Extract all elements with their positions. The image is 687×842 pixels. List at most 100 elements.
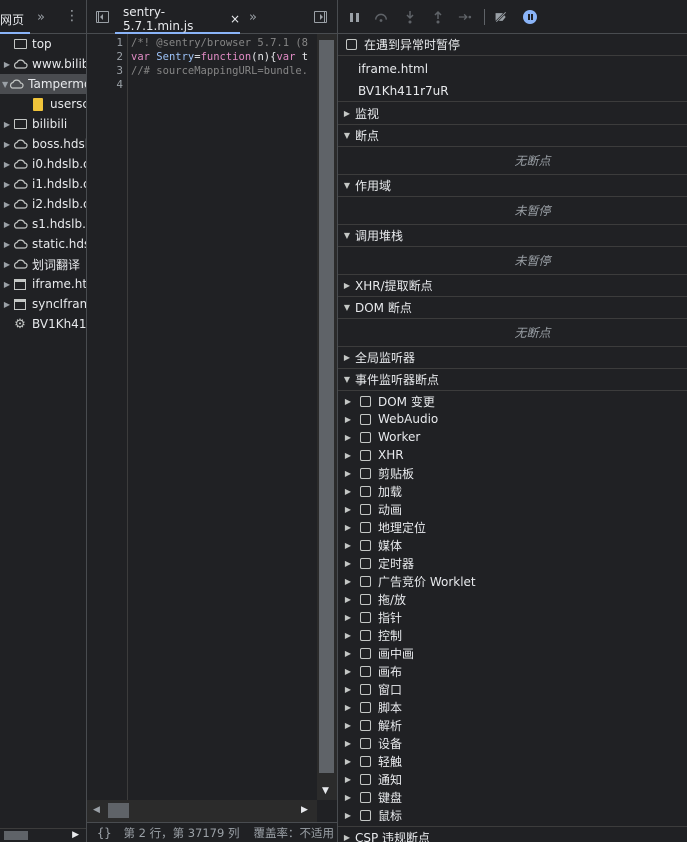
event-category-checkbox[interactable] bbox=[360, 413, 371, 425]
event-listener-category[interactable]: ▶ 画布 bbox=[338, 662, 687, 680]
expand-arrow-icon[interactable]: ▶ bbox=[344, 433, 352, 442]
event-category-checkbox[interactable] bbox=[360, 773, 371, 785]
event-listener-category[interactable]: ▶ 媒体 bbox=[338, 536, 687, 554]
tree-item[interactable]: ▼Tampermonkey bbox=[0, 74, 86, 94]
event-listener-category[interactable]: ▶ 剪贴板 bbox=[338, 464, 687, 482]
expand-arrow-icon[interactable]: ▶ bbox=[2, 300, 12, 309]
tree-item[interactable]: ▶ s1.hdslb.com bbox=[0, 214, 86, 234]
event-listener-category[interactable]: ▶ 鼠标 bbox=[338, 806, 687, 824]
editor-hscroll-thumb[interactable] bbox=[108, 803, 129, 818]
pretty-print-icon[interactable]: {} bbox=[97, 826, 111, 840]
section-scope[interactable]: ▼ 作用域 bbox=[338, 175, 687, 197]
event-category-checkbox[interactable] bbox=[360, 485, 371, 497]
tree-item[interactable]: userscript.html bbox=[0, 94, 86, 114]
section-watch[interactable]: ▶ 监视 bbox=[338, 103, 687, 125]
tree-item[interactable]: ▶ i0.hdslb.com bbox=[0, 154, 86, 174]
more-files-chevron-icon[interactable]: » bbox=[249, 10, 257, 25]
event-listener-category[interactable]: ▶ 轻触 bbox=[338, 752, 687, 770]
event-listener-category[interactable]: ▶ 键盘 bbox=[338, 788, 687, 806]
tree-item[interactable]: ⚙ BV1Kh411r7uR bbox=[0, 314, 86, 334]
expand-arrow-icon[interactable]: ▶ bbox=[2, 60, 12, 69]
tree-item[interactable]: ▶ i2.hdslb.com bbox=[0, 194, 86, 214]
expand-arrow-icon[interactable]: ▶ bbox=[2, 120, 12, 129]
section-csp-breakpoints[interactable]: ▶ CSP 违规断点 bbox=[338, 826, 687, 842]
event-listener-category[interactable]: ▶ 地理定位 bbox=[338, 518, 687, 536]
expand-arrow-icon[interactable]: ▶ bbox=[2, 200, 12, 209]
more-options-icon[interactable]: ⋮ bbox=[65, 9, 79, 23]
line-number[interactable]: 3 bbox=[116, 64, 123, 78]
event-category-checkbox[interactable] bbox=[360, 431, 371, 443]
event-category-checkbox[interactable] bbox=[360, 539, 371, 551]
expand-arrow-icon[interactable]: ▶ bbox=[2, 160, 12, 169]
event-category-checkbox[interactable] bbox=[360, 611, 371, 623]
section-event-listener-breakpoints[interactable]: ▼ 事件监听器断点 bbox=[338, 369, 687, 391]
expand-arrow-icon[interactable]: ▶ bbox=[344, 775, 352, 784]
toggle-navigator-icon[interactable] bbox=[96, 11, 109, 23]
event-listener-category[interactable]: ▶ 窗口 bbox=[338, 680, 687, 698]
event-category-checkbox[interactable] bbox=[360, 809, 371, 821]
scroll-right-arrow-icon[interactable]: ▶ bbox=[72, 830, 79, 840]
expand-arrow-icon[interactable]: ▶ bbox=[344, 595, 352, 604]
pause-on-exceptions-row[interactable]: 在遇到异常时暂停 bbox=[338, 34, 687, 56]
editor-vscroll-thumb[interactable] bbox=[319, 40, 334, 773]
event-category-checkbox[interactable] bbox=[360, 575, 371, 587]
scroll-down-arrow-icon[interactable]: ▼ bbox=[322, 786, 329, 796]
pause-icon[interactable] bbox=[347, 10, 361, 24]
expand-arrow-icon[interactable]: ▶ bbox=[2, 260, 12, 269]
scroll-right-arrow-icon[interactable]: ▶ bbox=[301, 805, 308, 815]
step-into-icon[interactable] bbox=[403, 10, 417, 24]
code-area[interactable]: /*! @sentry/browser 5.7.1 (8 var Sentry=f… bbox=[131, 36, 317, 92]
toggle-debugger-icon[interactable] bbox=[314, 11, 327, 23]
event-category-checkbox[interactable] bbox=[360, 791, 371, 803]
expand-arrow-icon[interactable]: ▶ bbox=[344, 739, 352, 748]
event-listener-category[interactable]: ▶ Worker bbox=[338, 428, 687, 446]
event-listener-category[interactable]: ▶ 广告竞价 Worklet bbox=[338, 572, 687, 590]
expand-arrow-icon[interactable]: ▶ bbox=[344, 469, 352, 478]
expand-arrow-icon[interactable]: ▶ bbox=[344, 811, 352, 820]
expand-arrow-icon[interactable]: ▶ bbox=[344, 397, 352, 406]
navigator-horizontal-scrollbar[interactable]: ▶ bbox=[0, 828, 86, 842]
thread-item[interactable]: iframe.html bbox=[338, 58, 687, 80]
tree-item[interactable]: ▶ www.bilibili.com bbox=[0, 54, 86, 74]
event-category-checkbox[interactable] bbox=[360, 683, 371, 695]
event-listener-category[interactable]: ▶ DOM 变更 bbox=[338, 392, 687, 410]
tab-page[interactable]: 网页 bbox=[0, 6, 30, 34]
expand-arrow-icon[interactable]: ▶ bbox=[344, 451, 352, 460]
event-category-checkbox[interactable] bbox=[360, 593, 371, 605]
expand-arrow-icon[interactable]: ▶ bbox=[344, 721, 352, 730]
event-listener-category[interactable]: ▶ 控制 bbox=[338, 626, 687, 644]
step-icon[interactable] bbox=[458, 10, 472, 24]
expand-arrow-icon[interactable]: ▶ bbox=[344, 631, 352, 640]
event-listener-category[interactable]: ▶ 脚本 bbox=[338, 698, 687, 716]
event-category-checkbox[interactable] bbox=[360, 719, 371, 731]
event-listener-category[interactable]: ▶ WebAudio bbox=[338, 410, 687, 428]
expand-arrow-icon[interactable]: ▶ bbox=[344, 667, 352, 676]
section-call-stack[interactable]: ▼ 调用堆栈 bbox=[338, 225, 687, 247]
step-out-icon[interactable] bbox=[431, 10, 445, 24]
tree-item[interactable]: ▶ i1.hdslb.com bbox=[0, 174, 86, 194]
event-category-checkbox[interactable] bbox=[360, 395, 371, 407]
scroll-left-arrow-icon[interactable]: ◀ bbox=[93, 805, 100, 815]
deactivate-breakpoints-icon[interactable] bbox=[494, 10, 508, 24]
navigator-scroll-thumb[interactable] bbox=[4, 831, 28, 840]
event-category-checkbox[interactable] bbox=[360, 521, 371, 533]
event-category-checkbox[interactable] bbox=[360, 701, 371, 713]
expand-arrow-icon[interactable]: ▶ bbox=[344, 577, 352, 586]
expand-arrow-icon[interactable]: ▶ bbox=[344, 559, 352, 568]
editor-horizontal-scrollbar[interactable]: ◀ ▶ bbox=[87, 800, 317, 822]
expand-arrow-icon[interactable]: ▶ bbox=[2, 180, 12, 189]
tree-item[interactable]: ▶ iframe.html bbox=[0, 274, 86, 294]
event-listener-category[interactable]: ▶ XHR bbox=[338, 446, 687, 464]
line-number[interactable]: 2 bbox=[116, 50, 123, 64]
thread-item[interactable]: BV1Kh411r7uR bbox=[338, 80, 687, 102]
expand-arrow-icon[interactable]: ▶ bbox=[344, 523, 352, 532]
line-number[interactable]: 4 bbox=[116, 78, 123, 92]
code-line[interactable]: //# sourceMappingURL=bundle. bbox=[131, 64, 317, 78]
section-breakpoints[interactable]: ▼ 断点 bbox=[338, 125, 687, 147]
expand-arrow-icon[interactable]: ▶ bbox=[344, 613, 352, 622]
event-listener-category[interactable]: ▶ 画中画 bbox=[338, 644, 687, 662]
tree-item[interactable]: ▶ 划词翻译 bbox=[0, 254, 86, 274]
editor-file-tab[interactable]: sentry-5.7.1.min.js × bbox=[115, 5, 240, 34]
line-number[interactable]: 1 bbox=[116, 36, 123, 50]
expand-arrow-icon[interactable]: ▶ bbox=[344, 649, 352, 658]
